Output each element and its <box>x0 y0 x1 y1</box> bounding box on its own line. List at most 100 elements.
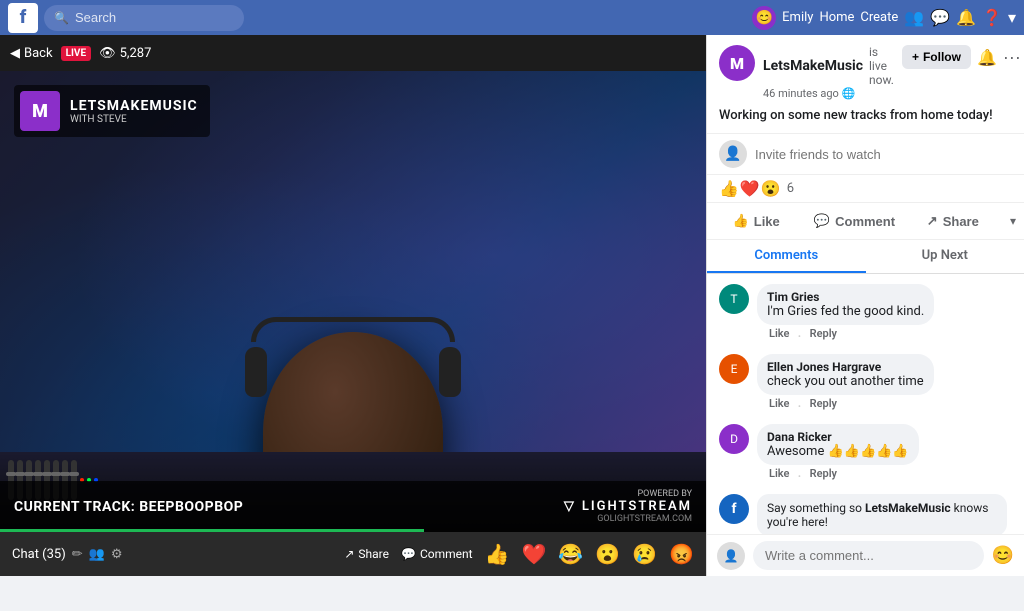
heart-emoji: ❤️ <box>740 179 760 198</box>
info-bubble: Say something so LetsMakeMusic knows you… <box>757 494 1007 534</box>
streamer-details: LetsMakeMusic is live now. 46 minutes ag… <box>763 45 894 100</box>
heart-reaction[interactable]: ❤️ <box>521 542 546 566</box>
chat-edit-icon[interactable]: ✏ <box>72 547 83 562</box>
back-button[interactable]: ◀ Back <box>10 46 53 61</box>
commenter-name: Ellen Jones Hargrave <box>767 360 924 374</box>
comment-text: check you out another time <box>767 374 924 389</box>
share-button[interactable]: ↗ Share <box>344 547 389 561</box>
like-action[interactable]: Like <box>769 467 789 486</box>
search-input[interactable] <box>75 10 225 25</box>
help-icon[interactable]: ❓ <box>982 8 1002 27</box>
comment-action-icon: 💬 <box>814 213 830 229</box>
user-profile[interactable]: 😊 Emily <box>752 6 813 30</box>
invite-avatar-icon: 👤 <box>719 140 747 168</box>
bold-text: LetsMakeMusic <box>865 501 951 515</box>
controls-right: ↗ Share 💬 Comment 👍 ❤️ 😂 😮 😢 😡 <box>344 542 694 566</box>
reaction-count: 6 <box>787 181 794 196</box>
chat-settings-icon[interactable]: ⚙ <box>111 547 123 562</box>
follow-icon: + <box>912 50 919 64</box>
tab-up-next[interactable]: Up Next <box>866 240 1024 273</box>
like-action[interactable]: Like <box>769 327 789 346</box>
angry-reaction[interactable]: 😡 <box>669 542 694 566</box>
notifications-icon[interactable]: 🔔 <box>956 8 976 27</box>
comment-input-area: 👤 😊 <box>707 534 1024 576</box>
messenger-icon[interactable]: 💬 <box>930 8 950 27</box>
streamer-name[interactable]: LetsMakeMusic <box>763 58 863 74</box>
stream-time: 46 minutes ago 🌐 <box>763 87 894 100</box>
comment-content: Dana Ricker Awesome 👍👍👍👍👍 Like · Reply <box>757 424 919 486</box>
friends-icon[interactable]: 👥 <box>904 8 924 27</box>
brand-name: LETSMAKEMUSIC <box>70 98 198 114</box>
progress-bar <box>0 529 424 532</box>
reaction-emojis: 👍 ❤️ 😮 <box>719 179 781 198</box>
avatar: T <box>719 284 749 314</box>
user-avatar: 👤 <box>717 542 745 570</box>
comment-bubble: Dana Ricker Awesome 👍👍👍👍👍 <box>757 424 919 465</box>
comment-input[interactable] <box>753 541 984 570</box>
powered-by: POWERED BY ▽ LIGHTSTREAM GOLIGHTSTREAM.C… <box>564 489 692 524</box>
globe-icon: 🌐 <box>842 87 856 100</box>
video-frame: M LETSMAKEMUSIC WITH STEVE CURRENT TRACK… <box>0 71 706 532</box>
right-panel: M LetsMakeMusic is live now. 46 minutes … <box>706 35 1024 576</box>
like-button[interactable]: 👍 Like <box>707 207 805 235</box>
comment-actions: Like · Reply <box>757 395 934 416</box>
share-action-icon: ↗ <box>927 213 938 229</box>
video-panel: ◀ Back LIVE 👁 5,287 <box>0 35 706 576</box>
viewer-count: 👁 5,287 <box>99 46 151 61</box>
comment-content: Ellen Jones Hargrave check you out anoth… <box>757 354 934 416</box>
track-info: CURRENT TRACK: BEEPBOOPBOP <box>14 499 243 515</box>
laugh-reaction[interactable]: 😂 <box>558 542 583 566</box>
brand-logo: M <box>20 91 60 131</box>
live-status: is live now. <box>869 45 894 87</box>
avatar: E <box>719 354 749 384</box>
streamer-avatar: M <box>719 45 755 81</box>
stream-header: M LetsMakeMusic is live now. 46 minutes … <box>707 35 1024 134</box>
back-arrow-icon: ◀ <box>10 46 20 61</box>
wow-emoji: 😮 <box>761 179 781 198</box>
follow-button[interactable]: + Follow <box>902 45 971 69</box>
video-top-bar: ◀ Back LIVE 👁 5,287 <box>0 35 706 71</box>
brand-text: LETSMAKEMUSIC WITH STEVE <box>70 98 198 125</box>
more-button[interactable]: ··· <box>1003 47 1021 68</box>
lightstream-label: ▽ LIGHTSTREAM <box>564 499 692 514</box>
dropdown-icon[interactable]: ▾ <box>1008 8 1016 27</box>
headphone-band <box>251 317 455 342</box>
share-more-button[interactable]: ▾ <box>1002 210 1024 232</box>
invite-input[interactable] <box>755 147 1012 162</box>
commenter-name: Tim Gries <box>767 290 924 304</box>
headphone-left <box>245 347 267 397</box>
streamer-name-row: LetsMakeMusic is live now. <box>763 45 894 87</box>
reply-action[interactable]: Reply <box>810 327 837 346</box>
nav-home[interactable]: Home <box>819 10 854 25</box>
reactions-bar[interactable]: 👍 ❤️ 😮 6 <box>707 175 1024 203</box>
comment-actions: Like · Reply <box>757 465 919 486</box>
search-bar[interactable]: 🔍 <box>44 5 244 31</box>
reply-action[interactable]: Reply <box>810 397 837 416</box>
eye-icon: 👁 <box>99 46 116 61</box>
comments-section: T Tim Gries I'm Gries fed the good kind.… <box>707 274 1024 534</box>
share-button[interactable]: ↗ Share <box>904 207 1002 235</box>
nav-create[interactable]: Create <box>860 10 898 25</box>
like-action[interactable]: Like <box>769 397 789 416</box>
wow-reaction[interactable]: 😮 <box>595 542 620 566</box>
comment-bubble: Ellen Jones Hargrave check you out anoth… <box>757 354 934 395</box>
comment-button[interactable]: 💬 Comment <box>805 207 903 235</box>
top-nav: f 🔍 😊 Emily Home Create 👥 💬 🔔 ❓ ▾ <box>0 0 1024 35</box>
search-icon: 🔍 <box>54 11 69 25</box>
info-message: f Say something so LetsMakeMusic knows y… <box>707 490 1024 534</box>
notifications-bell-icon[interactable]: 🔔 <box>977 48 997 67</box>
comment-text: Awesome 👍👍👍👍👍 <box>767 444 909 459</box>
sad-reaction[interactable]: 😢 <box>632 542 657 566</box>
comment-bubble: Tim Gries I'm Gries fed the good kind. <box>757 284 934 325</box>
reply-action[interactable]: Reply <box>810 467 837 486</box>
stream-description: Working on some new tracks from home tod… <box>719 106 1012 125</box>
thumbs-up-reaction[interactable]: 👍 <box>485 542 510 566</box>
emoji-button[interactable]: 😊 <box>992 545 1014 566</box>
tab-comments[interactable]: Comments <box>707 240 866 273</box>
comment-button[interactable]: 💬 Comment <box>401 547 473 561</box>
streamer-info: M LetsMakeMusic is live now. 46 minutes … <box>719 45 1012 100</box>
list-item: E Ellen Jones Hargrave check you out ano… <box>707 350 1024 420</box>
invite-bar: 👤 <box>707 134 1024 175</box>
avatar: 😊 <box>752 6 776 30</box>
chat-people-icon[interactable]: 👥 <box>89 547 105 562</box>
